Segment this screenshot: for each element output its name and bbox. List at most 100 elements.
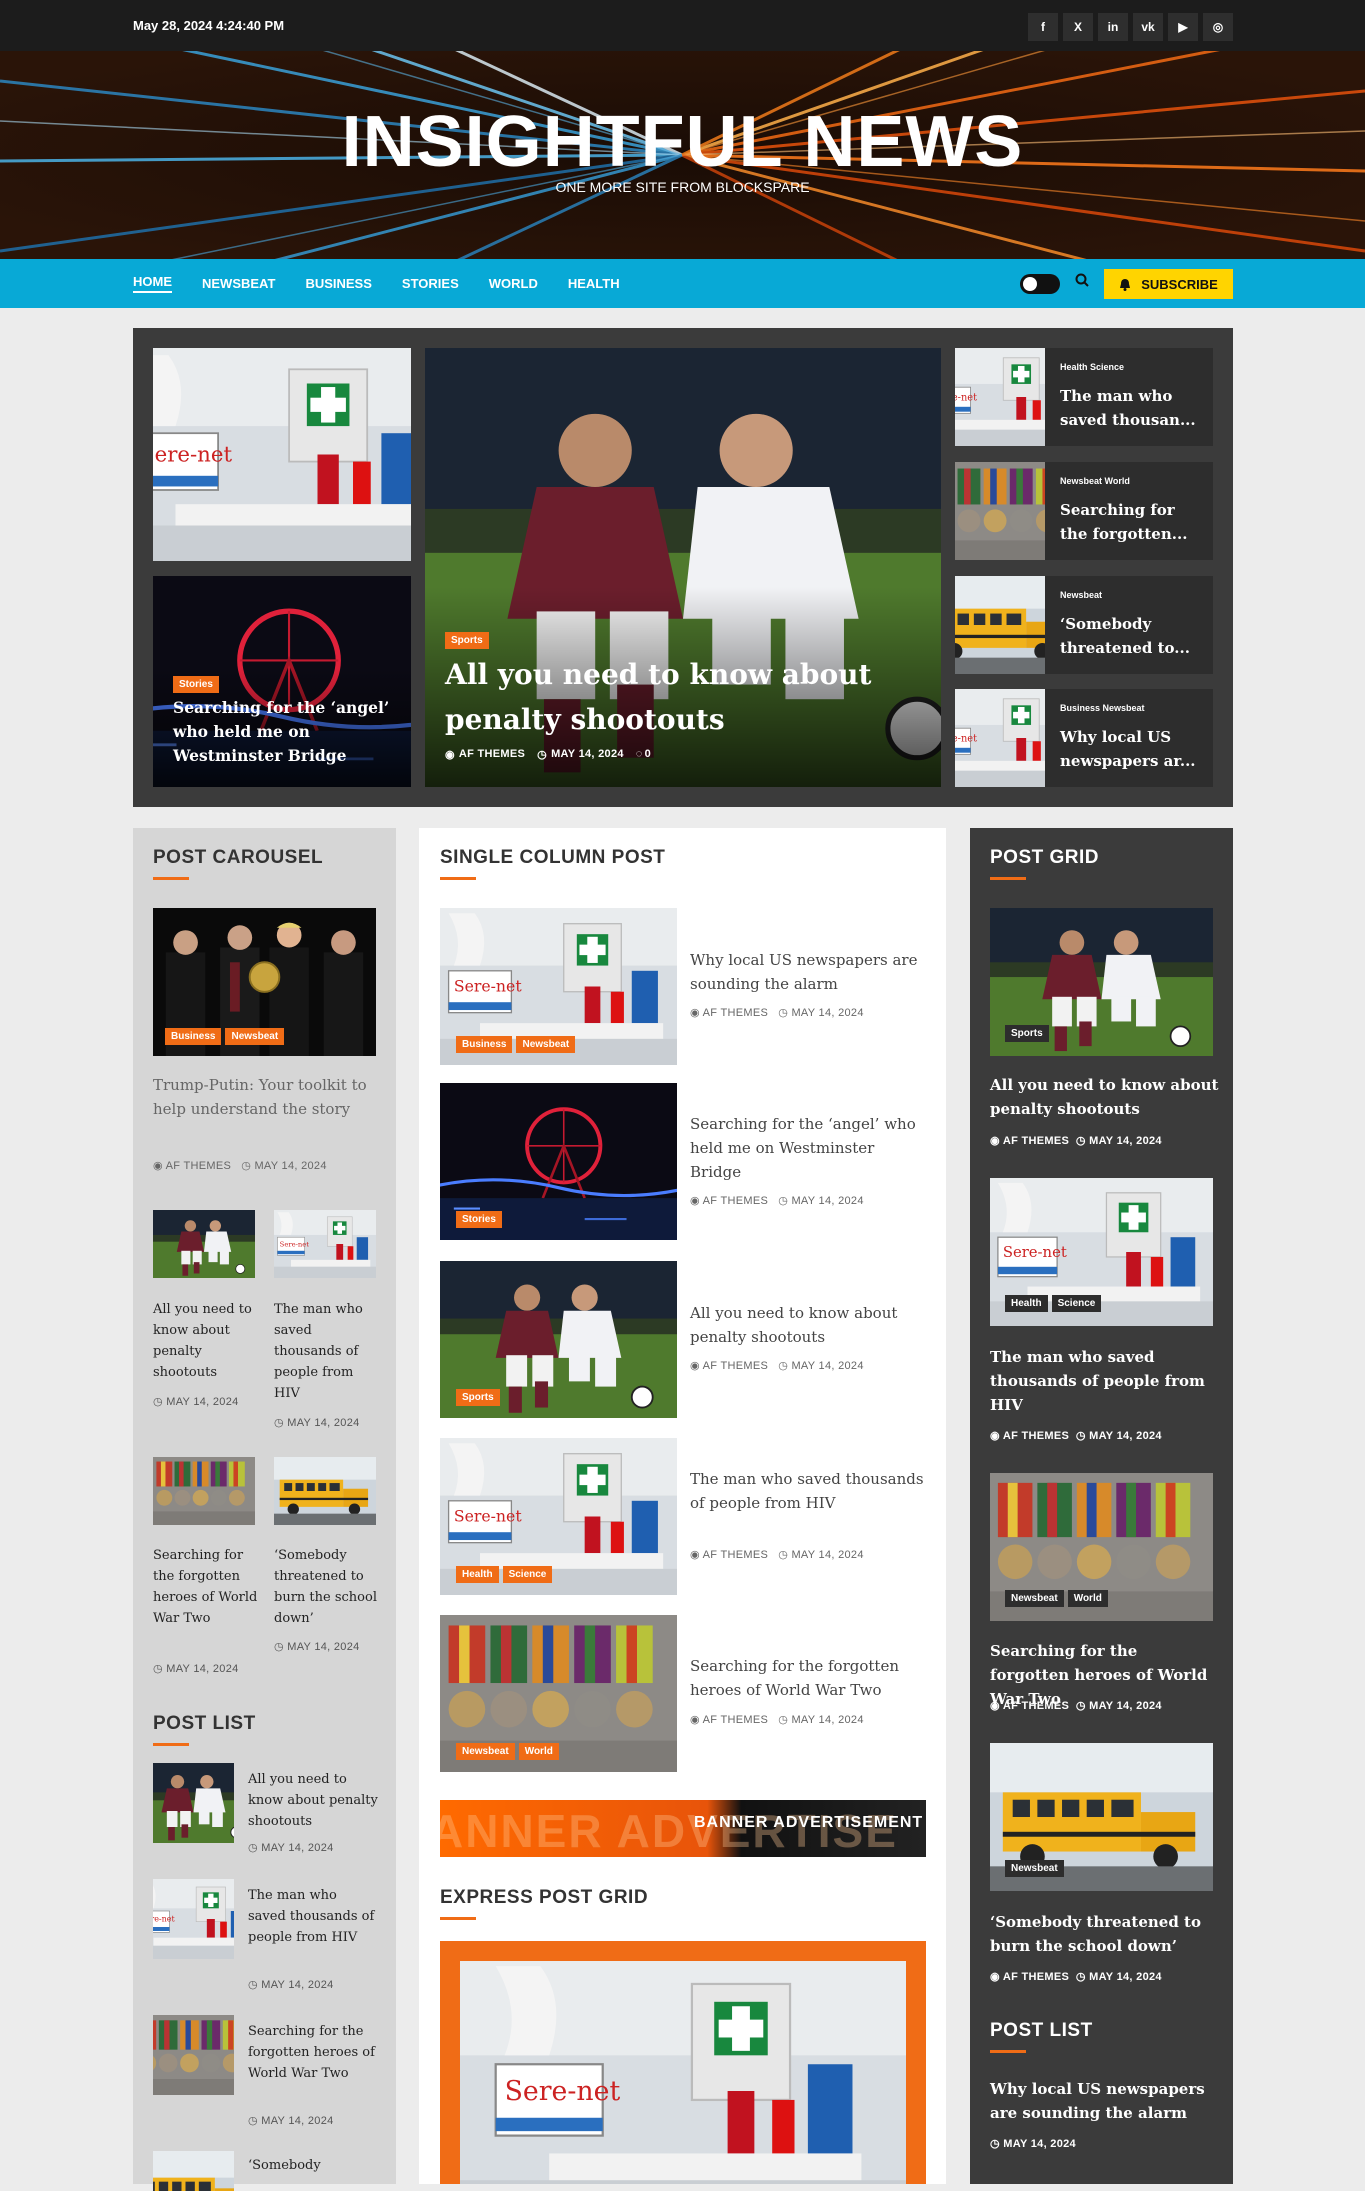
facebook-icon[interactable]: f <box>1028 13 1058 41</box>
carousel-grid-thumb[interactable] <box>274 1457 376 1525</box>
subscribe-button[interactable]: SUBSCRIBE <box>1104 269 1233 299</box>
linkedin-icon[interactable]: in <box>1098 13 1128 41</box>
single-post-title[interactable]: Searching for the ‘angel’ who held me on… <box>690 1112 930 1184</box>
category-badge[interactable]: Stories <box>173 676 219 693</box>
category-badge[interactable]: World <box>1067 1590 1108 1607</box>
post-grid-image[interactable]: Health Science <box>990 1178 1213 1326</box>
single-post-title[interactable]: Searching for the forgotten heroes of Wo… <box>690 1654 930 1702</box>
carousel-featured-image[interactable]: Business Newsbeat <box>153 908 376 1056</box>
category-badge[interactable]: Sports <box>456 1389 500 1406</box>
post-list-title[interactable]: The man who saved thousands of people fr… <box>248 1885 378 1948</box>
search-icon[interactable] <box>1075 273 1089 289</box>
single-post-image[interactable]: Sports <box>440 1261 677 1418</box>
category-badge[interactable]: Newsbeat <box>1005 1590 1064 1607</box>
hero-tile-top-left[interactable] <box>153 348 411 561</box>
post-grid-image[interactable]: Newsbeat World <box>990 1473 1213 1621</box>
carousel-grid-thumb[interactable] <box>274 1210 376 1278</box>
carousel-grid-title[interactable]: The man who saved thousands of people fr… <box>274 1299 380 1404</box>
author-link[interactable]: AF THEMES <box>1003 1700 1069 1712</box>
post-list-thumb[interactable] <box>153 2151 234 2191</box>
post-list-title[interactable]: Searching for the forgotten heroes of Wo… <box>248 2021 378 2084</box>
single-post-title[interactable]: All you need to know about penalty shoot… <box>690 1301 930 1349</box>
category-badge[interactable]: Health <box>1005 1295 1048 1312</box>
side-item-title[interactable]: The man who saved thousan... <box>1060 384 1205 432</box>
nav-business[interactable]: BUSINESS <box>305 276 371 291</box>
post-grid-title[interactable]: ‘Somebody threatened to burn the school … <box>990 1910 1220 1958</box>
dark-mode-toggle[interactable] <box>1020 274 1060 294</box>
category-badge[interactable]: Newsbeat <box>456 1743 515 1760</box>
side-item-categories[interactable]: Newsbeat <box>1060 590 1102 600</box>
hero-side-item[interactable]: Newsbeat World Searching for the forgott… <box>955 462 1213 560</box>
hero-side-item[interactable]: Business Newsbeat Why local US newspaper… <box>955 689 1213 787</box>
comment-count[interactable]: 0 <box>645 748 651 761</box>
author-link[interactable]: AF THEMES <box>1003 1430 1069 1442</box>
hero-main-title[interactable]: All you need to know about penalty shoot… <box>445 652 915 742</box>
hero-side-item[interactable]: Newsbeat ‘Somebody threatened to... <box>955 576 1213 674</box>
post-list-title[interactable]: All you need to know about penalty shoot… <box>248 1769 378 1832</box>
hero-side-item[interactable]: Health Science The man who saved thousan… <box>955 348 1213 446</box>
category-badge[interactable]: Newsbeat <box>1005 1860 1064 1877</box>
side-item-categories[interactable]: Business Newsbeat <box>1060 703 1145 713</box>
author-link[interactable]: AF THEMES <box>166 1160 231 1172</box>
site-title[interactable]: INSIGHTFUL NEWS <box>0 101 1365 183</box>
nav-newsbeat[interactable]: NEWSBEAT <box>202 276 275 291</box>
single-post-image[interactable]: Business Newsbeat <box>440 908 677 1065</box>
express-post-frame[interactable] <box>440 1941 926 2184</box>
vk-icon[interactable]: vk <box>1133 13 1163 41</box>
category-badge[interactable]: Newsbeat <box>516 1036 576 1053</box>
post-grid-image[interactable]: Sports <box>990 908 1213 1056</box>
x-icon[interactable]: X <box>1063 13 1093 41</box>
post-grid-title[interactable]: The man who saved thousands of people fr… <box>990 1345 1220 1417</box>
post-list-title[interactable]: ‘Somebody <box>248 2155 378 2176</box>
post-grid-image[interactable]: Newsbeat <box>990 1743 1213 1891</box>
carousel-grid-title[interactable]: All you need to know about penalty shoot… <box>153 1299 259 1383</box>
carousel-featured-title[interactable]: Trump-Putin: Your toolkit to help unders… <box>153 1073 376 1121</box>
nav-home[interactable]: HOME <box>133 274 172 293</box>
hero-left-title[interactable]: Searching for the ‘angel’ who held me on… <box>173 696 403 768</box>
post-list-thumb[interactable] <box>153 1879 234 1959</box>
side-item-title[interactable]: Searching for the forgotten... <box>1060 498 1205 546</box>
post-list-right-title[interactable]: Why local US newspapers are sounding the… <box>990 2077 1220 2125</box>
author-link[interactable]: AF THEMES <box>1003 1135 1069 1147</box>
author-link[interactable]: AF THEMES <box>703 1549 768 1561</box>
category-badge[interactable]: Newsbeat <box>225 1028 285 1045</box>
nav-health[interactable]: HEALTH <box>568 276 620 291</box>
category-badge[interactable]: Sports <box>1005 1025 1049 1042</box>
author-link[interactable]: AF THEMES <box>703 1714 768 1726</box>
post-list-thumb[interactable] <box>153 2015 234 2095</box>
carousel-grid-title[interactable]: ‘Somebody threatened to burn the school … <box>274 1545 380 1629</box>
post-list-thumb[interactable] <box>153 1763 234 1843</box>
carousel-grid-title[interactable]: Searching for the forgotten heroes of Wo… <box>153 1545 259 1629</box>
category-badge[interactable]: Science <box>1051 1295 1102 1312</box>
single-post-title[interactable]: The man who saved thousands of people fr… <box>690 1467 930 1515</box>
category-badge[interactable]: Business <box>456 1036 513 1053</box>
author-link[interactable]: AF THEMES <box>459 748 525 761</box>
category-badge[interactable]: Health <box>456 1566 499 1583</box>
carousel-grid-thumb[interactable] <box>153 1210 255 1278</box>
category-badge[interactable]: World <box>518 1743 559 1760</box>
carousel-grid-thumb[interactable] <box>153 1457 255 1525</box>
category-badge[interactable]: Science <box>502 1566 553 1583</box>
side-item-categories[interactable]: Health Science <box>1060 362 1124 372</box>
author-link[interactable]: AF THEMES <box>1003 1971 1069 1983</box>
instagram-icon[interactable]: ◎ <box>1203 13 1233 41</box>
nav-stories[interactable]: STORIES <box>402 276 459 291</box>
post-grid-title[interactable]: All you need to know about penalty shoot… <box>990 1073 1220 1121</box>
youtube-icon[interactable]: ▶ <box>1168 13 1198 41</box>
single-post-image[interactable]: Health Science <box>440 1438 677 1595</box>
side-item-title[interactable]: Why local US newspapers ar... <box>1060 725 1205 773</box>
single-post-image[interactable]: Newsbeat World <box>440 1615 677 1772</box>
nav-world[interactable]: WORLD <box>489 276 538 291</box>
side-item-categories[interactable]: Newsbeat World <box>1060 476 1130 486</box>
single-post-title[interactable]: Why local US newspapers are sounding the… <box>690 948 930 996</box>
side-item-title[interactable]: ‘Somebody threatened to... <box>1060 612 1205 660</box>
category-badge[interactable]: Sports <box>445 632 489 649</box>
author-link[interactable]: AF THEMES <box>703 1360 768 1372</box>
single-post-image[interactable]: Stories <box>440 1083 677 1240</box>
category-badge[interactable]: Stories <box>456 1211 502 1228</box>
author-link[interactable]: AF THEMES <box>703 1007 768 1019</box>
hero-tile-bottom-left[interactable]: Stories Searching for the ‘angel’ who he… <box>153 576 411 787</box>
category-badge[interactable]: Business <box>165 1028 222 1045</box>
hero-main-tile[interactable]: Sports All you need to know about penalt… <box>425 348 941 787</box>
author-link[interactable]: AF THEMES <box>703 1195 768 1207</box>
